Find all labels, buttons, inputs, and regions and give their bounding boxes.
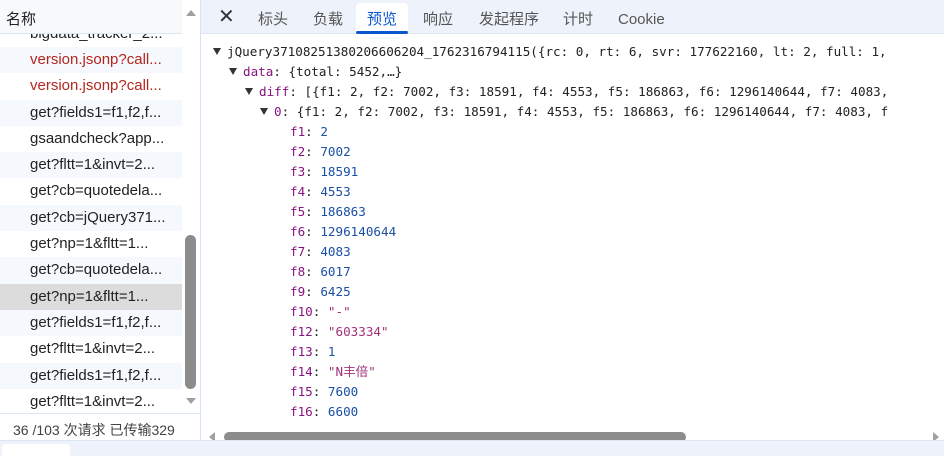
field-key: f2 bbox=[290, 144, 306, 159]
expand-triangle-icon[interactable] bbox=[229, 68, 237, 75]
request-list-item[interactable]: get?fields1=f1,f2,f... bbox=[0, 309, 182, 337]
tree-field[interactable]: f4: 4553 bbox=[290, 182, 351, 202]
tree-field[interactable]: f7: 4083 bbox=[290, 242, 351, 262]
tab-timing[interactable]: 计时 bbox=[552, 3, 604, 34]
request-status-summary: 36 /103 次请求 已传输329 bbox=[0, 413, 200, 440]
tree-field[interactable]: f12: "603334" bbox=[290, 322, 389, 342]
name-column-header[interactable]: 名称 bbox=[0, 0, 182, 34]
scrollbar-thumb[interactable] bbox=[185, 235, 196, 389]
field-value: "-" bbox=[327, 304, 351, 319]
field-value: 18591 bbox=[320, 164, 359, 179]
field-value: "603334" bbox=[327, 324, 389, 339]
field-key: f1 bbox=[290, 124, 306, 139]
tree-field[interactable]: f3: 18591 bbox=[290, 162, 358, 182]
scroll-down-icon[interactable] bbox=[186, 398, 196, 404]
field-value: 6600 bbox=[327, 404, 359, 419]
request-list-item[interactable]: bigdata_tracker_2... bbox=[0, 34, 182, 47]
field-value: 2 bbox=[320, 124, 328, 139]
request-list-item[interactable]: get?fields1=f1,f2,f... bbox=[0, 99, 182, 126]
field-key: f4 bbox=[290, 184, 306, 199]
field-key: f6 bbox=[290, 224, 306, 239]
request-list-scrollbar[interactable] bbox=[182, 0, 200, 412]
field-key: f13 bbox=[290, 344, 313, 359]
detail-tabs: ✕ 标头 负载 预览 响应 发起程序 计时 Cookie bbox=[201, 0, 944, 34]
tab-cookie[interactable]: Cookie bbox=[607, 3, 676, 34]
field-key: f7 bbox=[290, 244, 306, 259]
field-key: f10 bbox=[290, 304, 313, 319]
request-list-item[interactable]: get?fltt=1&invt=2... bbox=[0, 336, 182, 362]
tree-field[interactable]: f13: 1 bbox=[290, 342, 336, 362]
field-value: 1 bbox=[327, 344, 336, 359]
field-key: f14 bbox=[290, 364, 313, 379]
request-list-item[interactable]: get?fltt=1&invt=2... bbox=[0, 152, 182, 179]
tree-node-data[interactable]: data: {total: 5452,…} bbox=[229, 62, 402, 82]
scroll-up-icon[interactable] bbox=[186, 10, 196, 16]
request-list-item[interactable]: get?cb=quotedela... bbox=[0, 257, 182, 284]
field-key: f9 bbox=[290, 284, 306, 299]
tree-root[interactable]: jQuery37108251380206606204_1762316794115… bbox=[213, 42, 887, 62]
drawer-tab[interactable] bbox=[2, 444, 70, 457]
request-list-item[interactable]: get?fields1=f1,f2,f... bbox=[0, 362, 182, 389]
tree-field[interactable]: f1: 2 bbox=[290, 122, 328, 142]
field-key: f5 bbox=[290, 204, 306, 219]
tree-node-diff[interactable]: diff: [{f1: 2, f2: 7002, f3: 18591, f4: … bbox=[245, 82, 888, 102]
tree-field[interactable]: f6: 1296140644 bbox=[290, 222, 396, 242]
tree-field[interactable]: f8: 6017 bbox=[290, 262, 351, 282]
tree-field[interactable]: f15: 7600 bbox=[290, 382, 358, 402]
request-list-item[interactable]: get?np=1&fltt=1... bbox=[0, 283, 182, 310]
tree-field[interactable]: f9: 6425 bbox=[290, 282, 351, 302]
field-value: 7600 bbox=[327, 384, 359, 399]
expand-triangle-icon[interactable] bbox=[245, 88, 253, 95]
request-list-item[interactable]: get?fltt=1&invt=2... bbox=[0, 389, 182, 412]
request-list-panel: 名称 bigdata_tracker_2...version.jsonp?cal… bbox=[0, 0, 201, 440]
request-list-item[interactable]: get?cb=quotedela... bbox=[0, 178, 182, 204]
field-key: f15 bbox=[290, 384, 313, 399]
close-icon[interactable]: ✕ bbox=[218, 7, 235, 27]
tab-headers[interactable]: 标头 bbox=[247, 3, 299, 34]
field-value: 4553 bbox=[320, 184, 351, 199]
field-value: 6425 bbox=[320, 284, 351, 299]
horizontal-scrollbar[interactable] bbox=[201, 427, 944, 442]
json-preview-tree: jQuery37108251380206606204_1762316794115… bbox=[201, 35, 944, 427]
tab-preview[interactable]: 预览 bbox=[356, 3, 409, 34]
field-value: 6017 bbox=[320, 264, 351, 279]
request-list-item[interactable]: gsaandcheck?app... bbox=[0, 126, 182, 152]
tab-payload[interactable]: 负载 bbox=[302, 3, 354, 34]
field-value: 186863 bbox=[320, 204, 366, 219]
field-value: 7002 bbox=[320, 144, 351, 159]
field-value: "N丰倍" bbox=[327, 364, 376, 379]
request-list-item[interactable]: version.jsonp?call... bbox=[0, 47, 182, 74]
field-value: 4083 bbox=[320, 244, 351, 259]
tree-field[interactable]: f14: "N丰倍" bbox=[290, 362, 376, 382]
request-list: bigdata_tracker_2...version.jsonp?call..… bbox=[0, 34, 182, 412]
field-key: f12 bbox=[290, 324, 313, 339]
field-value: 1296140644 bbox=[320, 224, 397, 239]
expand-triangle-icon[interactable] bbox=[213, 48, 221, 55]
expand-triangle-icon[interactable] bbox=[260, 108, 268, 115]
field-key: f3 bbox=[290, 164, 306, 179]
tab-response[interactable]: 响应 bbox=[412, 3, 464, 34]
tree-node-item-0[interactable]: 0: {f1: 2, f2: 7002, f3: 18591, f4: 4553… bbox=[260, 102, 888, 122]
tree-field[interactable]: f5: 186863 bbox=[290, 202, 366, 222]
field-key: f8 bbox=[290, 264, 306, 279]
request-list-item[interactable]: version.jsonp?call... bbox=[0, 73, 182, 99]
bottom-drawer-bar bbox=[0, 440, 944, 457]
field-key: f16 bbox=[290, 404, 313, 419]
tab-initiator[interactable]: 发起程序 bbox=[468, 3, 550, 34]
request-list-item[interactable]: get?cb=jQuery371... bbox=[0, 204, 182, 232]
tree-field[interactable]: f2: 7002 bbox=[290, 142, 351, 162]
request-list-item[interactable]: get?np=1&fltt=1... bbox=[0, 231, 182, 257]
tree-field[interactable]: f16: 6600 bbox=[290, 402, 358, 422]
tree-field[interactable]: f10: "-" bbox=[290, 302, 351, 322]
